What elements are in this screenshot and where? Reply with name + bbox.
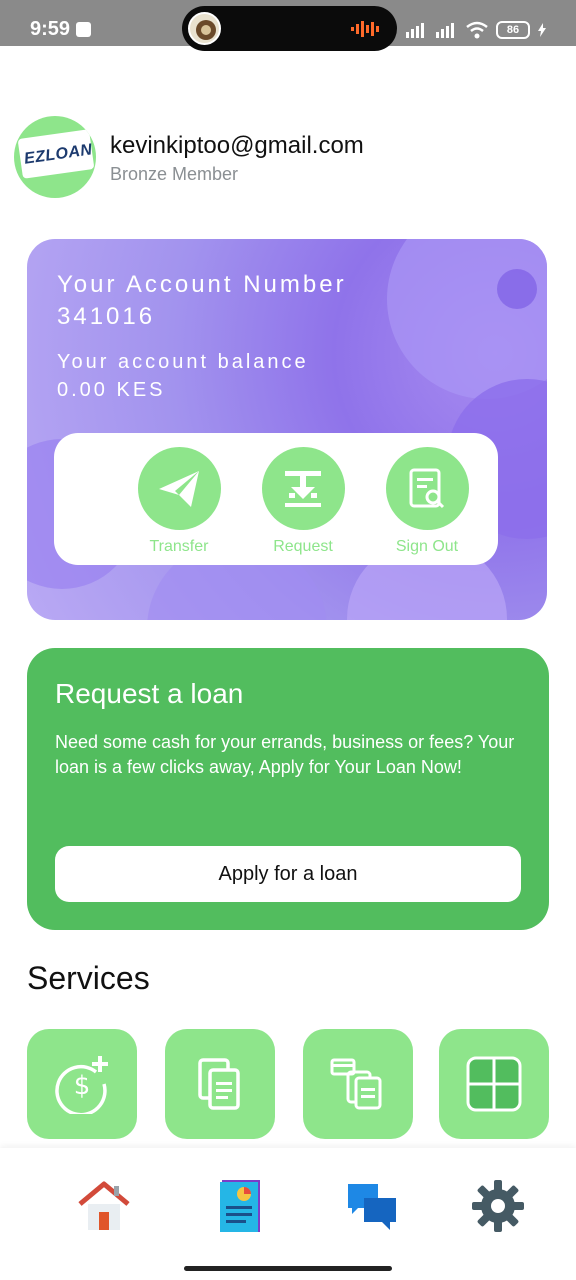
decorative-blob	[497, 269, 537, 309]
loan-card-description: Need some cash for your errands, busines…	[55, 732, 515, 777]
decorative-blob	[387, 239, 547, 399]
document-search-icon	[385, 447, 469, 530]
service-tile-loan[interactable]: $	[27, 1029, 137, 1139]
grid-icon	[466, 1056, 522, 1112]
media-artwork-icon	[188, 12, 221, 45]
chat-icon	[348, 1184, 396, 1230]
status-indicators: 86	[406, 20, 546, 40]
service-tile-more[interactable]	[439, 1029, 549, 1139]
svg-text:$: $	[74, 1071, 91, 1101]
services-heading: Services	[27, 960, 150, 996]
wifi-icon	[466, 21, 488, 39]
balance-label: Your account balance	[57, 351, 309, 373]
request-label: Request	[273, 538, 333, 555]
status-bar: 9:59 86	[0, 0, 576, 51]
service-tile-documents[interactable]	[165, 1029, 275, 1139]
app-logo-avatar[interactable]: EZLOAN	[14, 116, 96, 198]
nav-home[interactable]	[76, 1178, 132, 1234]
audio-wave-icon	[351, 21, 379, 37]
status-time: 9:59	[30, 18, 71, 40]
dollar-add-icon: $	[55, 1056, 108, 1114]
membership-level: Bronze Member	[110, 164, 239, 184]
user-email: kevinkiptoo@gmail.com	[110, 132, 364, 159]
download-icon	[261, 447, 345, 530]
settings-icon	[472, 1180, 524, 1232]
request-button[interactable]: Request	[253, 447, 353, 556]
card-documents-icon	[330, 1058, 382, 1110]
sign-out-label: Sign Out	[395, 538, 459, 555]
signal-icon-2	[436, 23, 454, 38]
quick-actions-panel: Transfer Request Sign Out	[54, 433, 498, 565]
report-icon	[220, 1180, 260, 1232]
bottom-navigation	[0, 1148, 576, 1280]
loan-card-title: Request a loan	[55, 678, 244, 709]
home-indicator[interactable]	[184, 1266, 392, 1271]
account-card: Your Account Number 341016 Your account …	[27, 239, 547, 620]
charging-icon	[538, 23, 546, 37]
transfer-button[interactable]: Transfer	[129, 447, 229, 556]
service-tile-cards[interactable]	[303, 1029, 413, 1139]
documents-icon	[198, 1058, 240, 1110]
nav-settings[interactable]	[470, 1178, 526, 1234]
nav-reports[interactable]	[212, 1178, 268, 1234]
dynamic-island	[182, 6, 397, 51]
send-icon	[137, 447, 221, 530]
battery-indicator: 86	[496, 21, 530, 39]
home-icon	[78, 1181, 130, 1230]
apply-loan-button[interactable]: Apply for a loan	[55, 846, 521, 902]
sign-out-button[interactable]: Sign Out	[377, 447, 477, 556]
transfer-label: Transfer	[149, 538, 209, 555]
notification-icon	[76, 22, 91, 37]
nav-chat[interactable]	[344, 1178, 400, 1234]
balance-value: 0.00 KES	[57, 379, 166, 401]
account-number: 341016	[57, 303, 156, 330]
account-number-label: Your Account Number	[57, 271, 347, 298]
loan-request-card: Request a loan Need some cash for your e…	[27, 648, 549, 930]
signal-icon	[406, 23, 424, 38]
